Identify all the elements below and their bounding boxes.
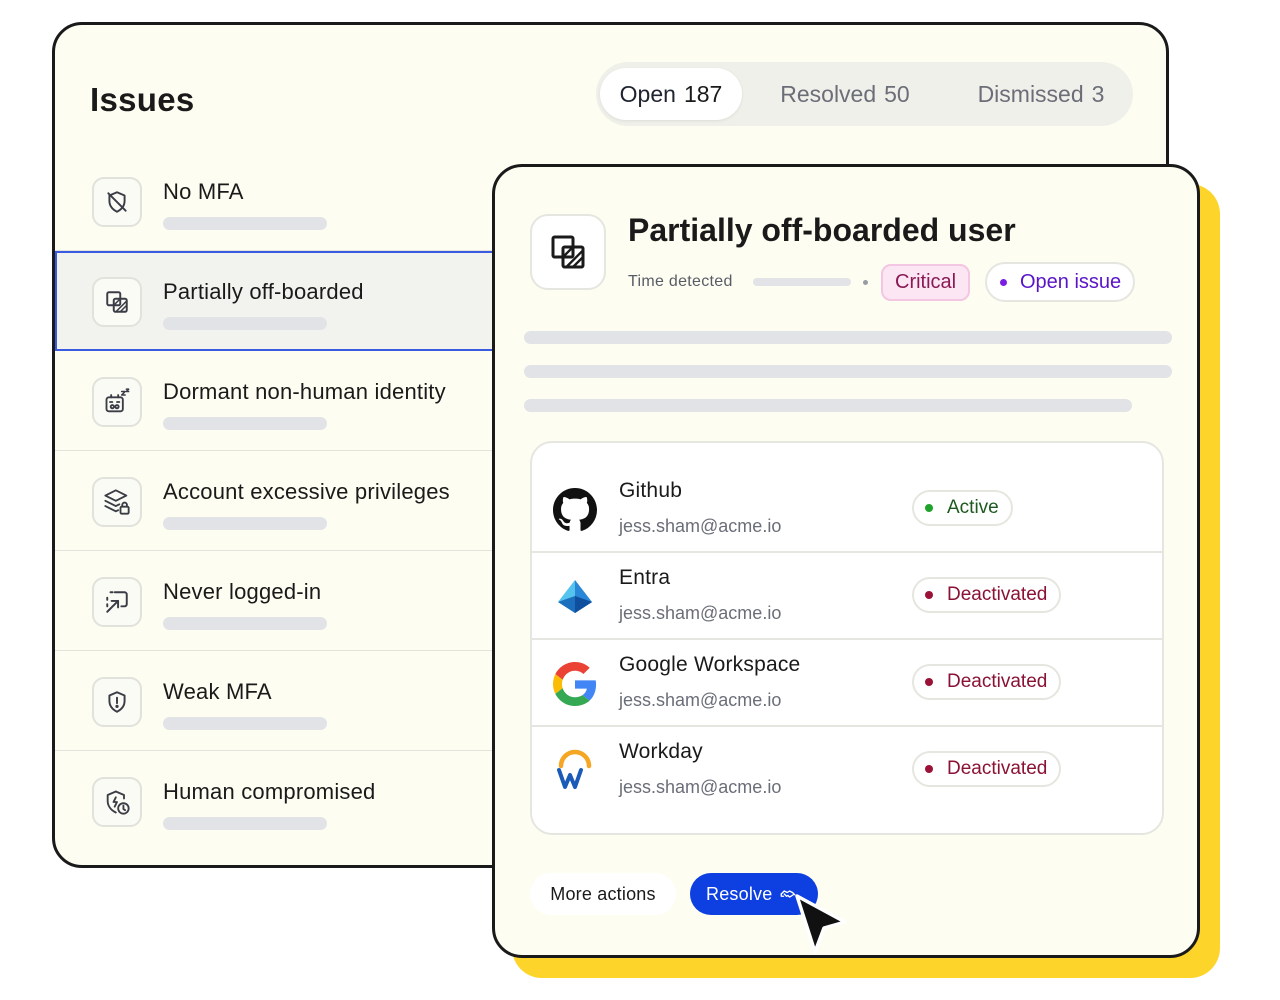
issue-label: Partially off-boarded xyxy=(163,279,364,304)
github-icon xyxy=(552,487,598,533)
issue-placeholder-bar xyxy=(163,417,327,430)
status-dot xyxy=(925,765,933,773)
tab-open[interactable]: Open 187 xyxy=(600,68,742,120)
account-status-badge: Deactivated xyxy=(912,751,1062,787)
tab-dismissed-count: 3 xyxy=(1091,80,1105,107)
description-placeholder-line xyxy=(524,331,1172,344)
resolve-label: Resolve xyxy=(706,883,773,904)
issue-label: No MFA xyxy=(163,179,244,204)
severity-label: Critical xyxy=(895,271,957,293)
account-status-badge: Deactivated xyxy=(912,664,1062,700)
issue-label: Human compromised xyxy=(163,779,376,804)
issue-item-excessive-privileges[interactable]: Account excessive privileges xyxy=(55,451,555,551)
time-detected-placeholder xyxy=(753,278,851,286)
sleeping-bot-icon xyxy=(92,377,142,427)
tab-open-count: 187 xyxy=(683,80,723,107)
issue-item-weak-mfa[interactable]: Weak MFA xyxy=(55,651,555,751)
account-status-label: Deactivated xyxy=(947,584,1048,605)
issues-title: Issues xyxy=(90,81,195,118)
google-icon xyxy=(552,661,598,707)
issue-label: Dormant non-human identity xyxy=(163,379,446,404)
tab-resolved-label: Resolved xyxy=(780,80,877,107)
account-app-name: Google Workspace xyxy=(619,653,801,676)
issue-item-partially-offboarded[interactable]: Partially off-boarded xyxy=(55,251,555,351)
accounts-list: Github jess.sham@acme.io Active Entra je… xyxy=(530,441,1164,835)
entra-icon xyxy=(552,574,598,620)
account-row-entra[interactable]: Entra jess.sham@acme.io Deactivated xyxy=(532,553,1162,640)
shield-clock-icon xyxy=(92,777,142,827)
issue-placeholder-bar xyxy=(163,317,327,330)
shield-alert-icon xyxy=(92,677,142,727)
account-row-google-workspace[interactable]: Google Workspace jess.sham@acme.io Deact… xyxy=(532,640,1162,727)
account-app-name: Workday xyxy=(619,740,703,763)
description-placeholder-line xyxy=(524,365,1172,378)
account-row-github[interactable]: Github jess.sham@acme.io Active xyxy=(532,466,1162,553)
shield-off-icon xyxy=(92,177,142,227)
issue-detail-card: Partially off-boarded user Time detected… xyxy=(492,164,1200,958)
partial-offboard-icon xyxy=(92,277,142,327)
account-status-label: Active xyxy=(947,497,999,518)
description-placeholder-line xyxy=(524,399,1132,412)
layers-lock-icon xyxy=(92,477,142,527)
issue-label: Weak MFA xyxy=(163,679,272,704)
account-status-badge: Deactivated xyxy=(912,577,1062,613)
login-arrow-icon xyxy=(92,577,142,627)
tab-resolved[interactable]: Resolved 50 xyxy=(762,68,928,120)
status-tabs: Open 187 Resolved 50 Dismissed 3 xyxy=(596,62,1133,126)
issue-item-no-mfa[interactable]: No MFA xyxy=(55,151,555,251)
issue-placeholder-bar xyxy=(163,817,327,830)
status-badge: Open issue xyxy=(985,262,1136,302)
partial-offboard-icon xyxy=(530,214,606,290)
detail-title: Partially off-boarded user xyxy=(628,212,1016,248)
tab-dismissed[interactable]: Dismissed 3 xyxy=(958,68,1124,120)
issue-placeholder-bar xyxy=(163,617,327,630)
more-actions-button[interactable]: More actions xyxy=(530,873,676,915)
status-dot xyxy=(925,591,933,599)
issue-label: Never logged-in xyxy=(163,579,322,604)
account-status-badge: Active xyxy=(912,490,1013,526)
account-status-label: Deactivated xyxy=(947,671,1048,692)
time-detected-label: Time detected xyxy=(628,273,733,290)
account-status-label: Deactivated xyxy=(947,758,1048,779)
status-dot xyxy=(925,678,933,686)
workday-icon xyxy=(552,748,598,794)
status-dot xyxy=(925,504,933,512)
status-dot xyxy=(1000,278,1007,286)
account-email: jess.sham@acme.io xyxy=(619,777,782,797)
issue-item-dormant-nhi[interactable]: Dormant non-human identity xyxy=(55,351,555,451)
mouse-pointer-icon xyxy=(793,892,849,961)
tab-resolved-count: 50 xyxy=(884,80,910,107)
tab-open-label: Open xyxy=(619,80,676,107)
account-app-name: Github xyxy=(619,479,683,502)
separator-dot xyxy=(863,280,868,285)
issue-placeholder-bar xyxy=(163,217,327,230)
account-app-name: Entra xyxy=(619,566,671,589)
account-row-workday[interactable]: Workday jess.sham@acme.io Deactivated xyxy=(532,727,1162,814)
issue-item-human-compromised[interactable]: Human compromised xyxy=(55,751,555,851)
issue-label: Account excessive privileges xyxy=(163,479,450,504)
issue-placeholder-bar xyxy=(163,517,327,530)
issue-item-never-logged-in[interactable]: Never logged-in xyxy=(55,551,555,651)
issue-placeholder-bar xyxy=(163,717,327,730)
tab-dismissed-label: Dismissed xyxy=(977,80,1084,107)
severity-badge: Critical xyxy=(881,264,971,301)
account-email: jess.sham@acme.io xyxy=(619,690,782,710)
status-label: Open issue xyxy=(1020,270,1122,293)
account-email: jess.sham@acme.io xyxy=(619,516,782,536)
account-email: jess.sham@acme.io xyxy=(619,603,782,623)
